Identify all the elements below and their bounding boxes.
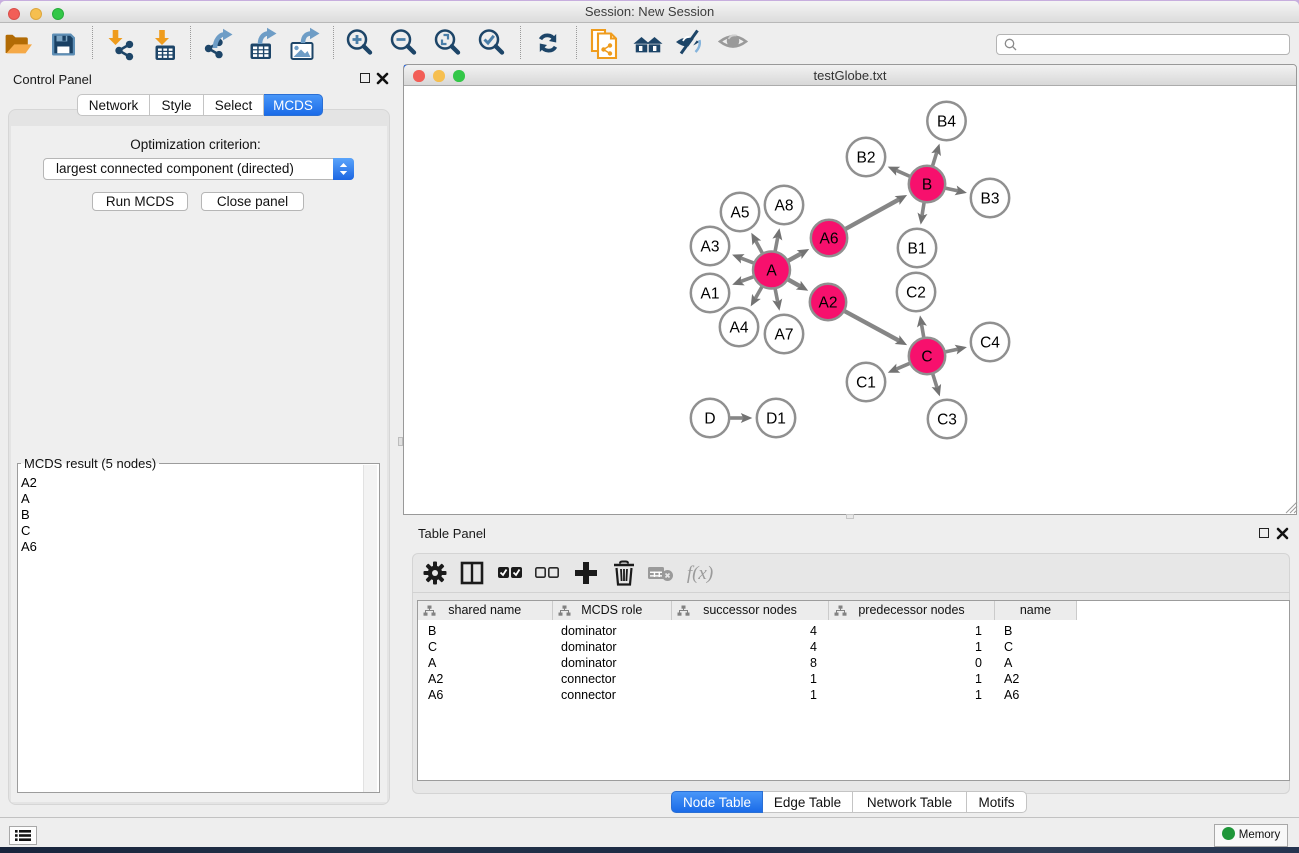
svg-text:A6: A6 — [820, 231, 839, 248]
svg-text:A2: A2 — [819, 295, 838, 312]
svg-text:C: C — [921, 349, 932, 366]
svg-text:A7: A7 — [775, 327, 794, 344]
svg-text:A4: A4 — [730, 320, 749, 337]
svg-text:B3: B3 — [981, 191, 1000, 208]
svg-text:C3: C3 — [937, 412, 957, 429]
svg-text:C4: C4 — [980, 335, 1000, 352]
svg-text:B: B — [922, 177, 932, 194]
svg-text:A8: A8 — [775, 198, 794, 215]
svg-text:A5: A5 — [731, 205, 750, 222]
svg-text:D1: D1 — [766, 411, 786, 428]
svg-text:C2: C2 — [906, 285, 926, 302]
svg-text:A3: A3 — [701, 239, 720, 256]
svg-text:D: D — [704, 411, 715, 428]
svg-text:A1: A1 — [701, 286, 720, 303]
svg-text:f(x): f(x) — [687, 563, 713, 584]
svg-text:A: A — [766, 263, 777, 280]
svg-text:C1: C1 — [856, 375, 876, 392]
svg-text:B4: B4 — [937, 114, 956, 131]
svg-text:B1: B1 — [908, 241, 927, 258]
svg-text:B2: B2 — [857, 150, 876, 167]
